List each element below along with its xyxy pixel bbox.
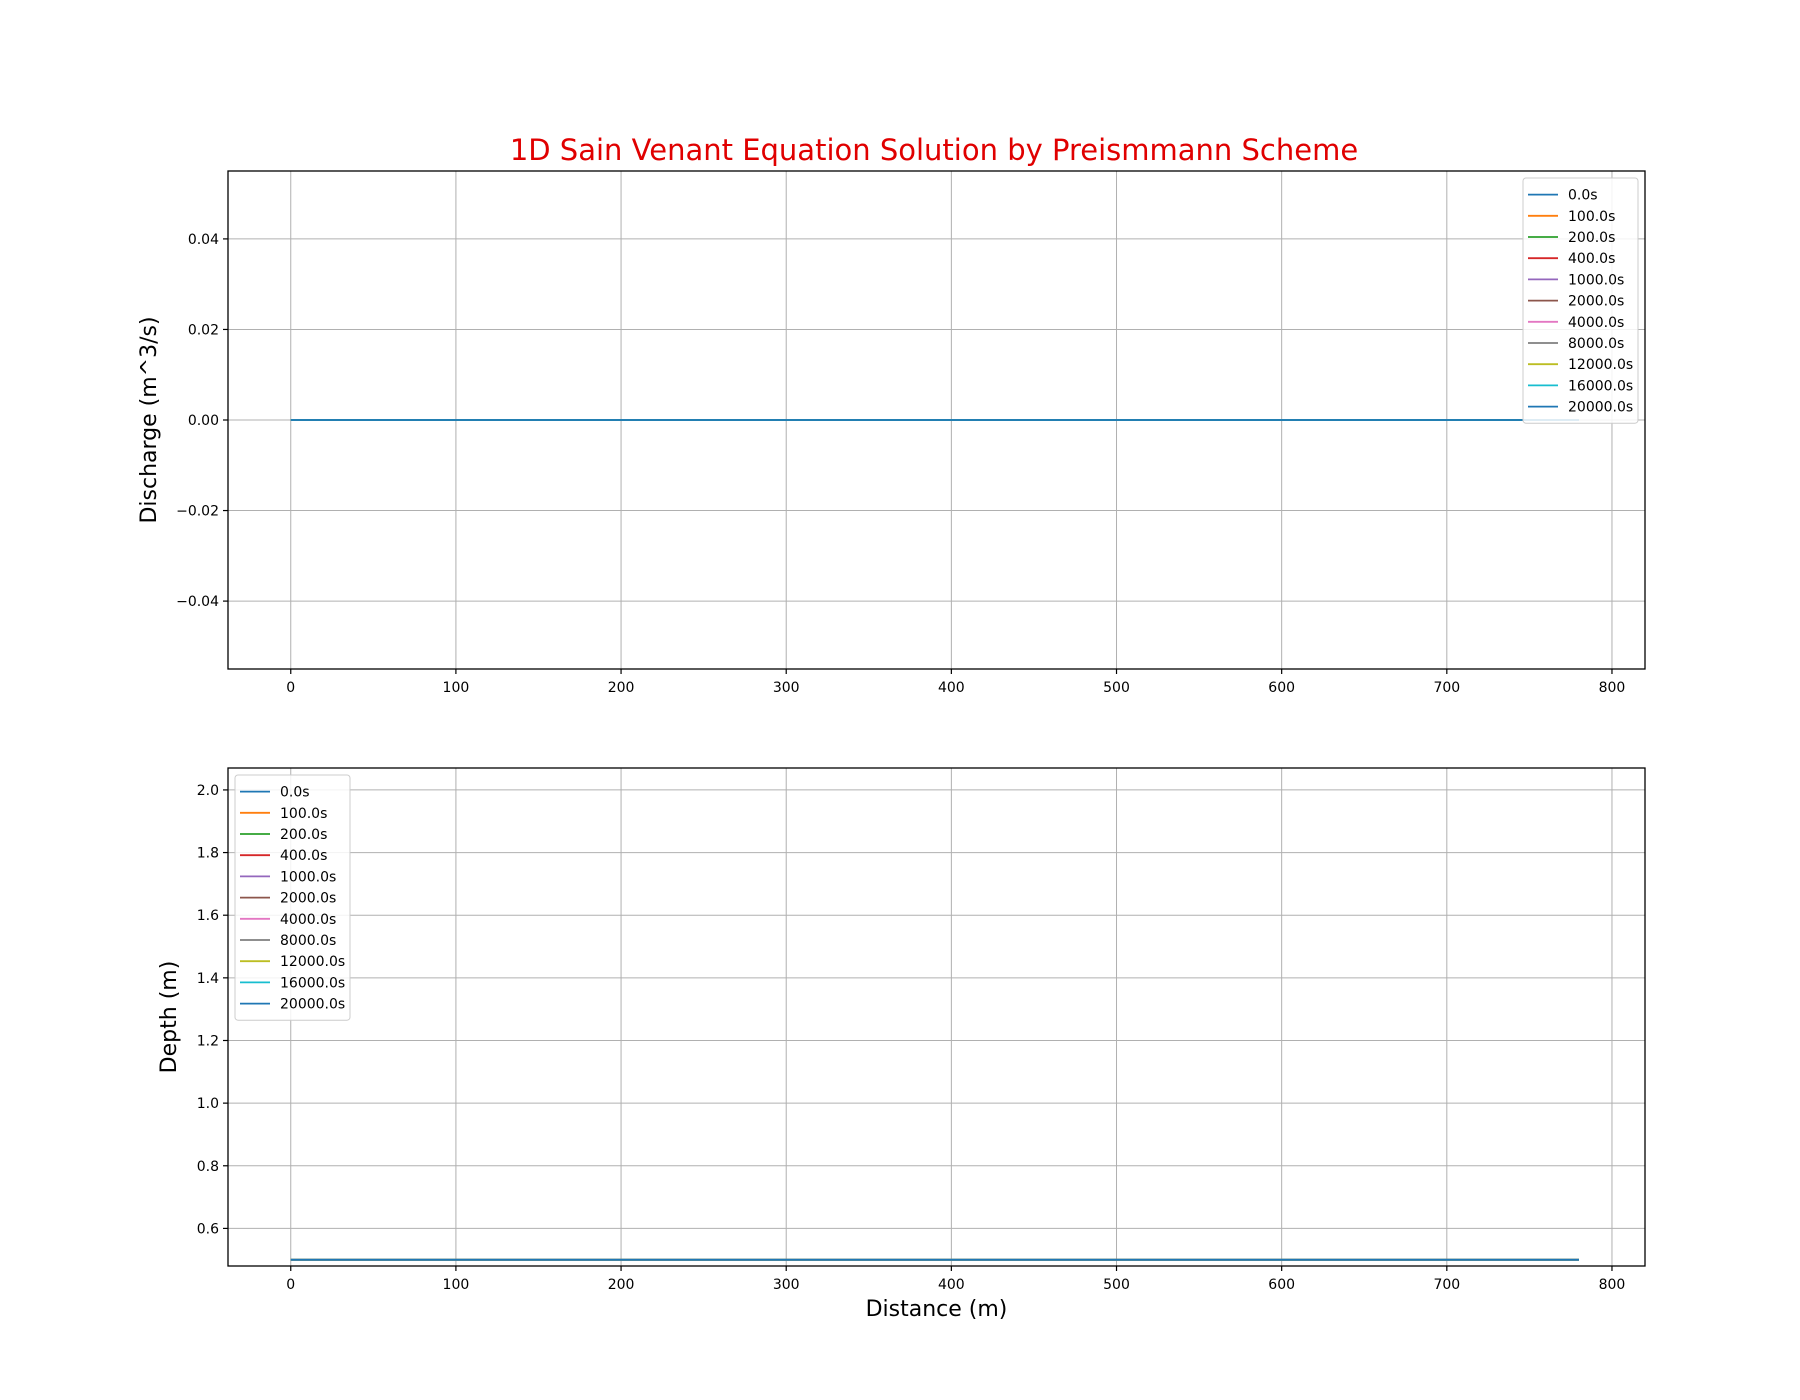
- y-tick-label: 1.4: [197, 971, 219, 987]
- y-axis-label: Discharge (m^3/s): [137, 316, 162, 523]
- y-tick-label: 0.02: [188, 322, 219, 338]
- x-tick-label: 600: [1268, 1277, 1295, 1293]
- y-tick-label: −0.04: [176, 594, 219, 610]
- legend-label: 0.0s: [1568, 188, 1598, 204]
- x-tick-label: 0: [286, 1277, 295, 1293]
- depth-panel: 0 100 200 300 400 500 600 700 800 2.0 1.8 1.6 1.4 1.2…: [157, 767, 1646, 1322]
- y-tick-label: 1.6: [197, 908, 219, 924]
- y-tick-label: 0.00: [188, 413, 219, 429]
- x-tick-label: 400: [938, 1277, 965, 1293]
- legend-label: 4000.0s: [280, 912, 336, 928]
- y-tick-label: 0.04: [188, 232, 219, 248]
- legend-label: 20000.0s: [280, 997, 345, 1013]
- legend-label: 1000.0s: [1568, 272, 1624, 288]
- legend: 0.0s 100.0s 200.0s 400.0s 1000.0s 2000.0s 4000…: [1522, 177, 1639, 424]
- plot-frame: [227, 767, 1646, 1267]
- legend-label: 12000.0s: [1568, 357, 1633, 373]
- legend-label: 4000.0s: [1568, 315, 1624, 331]
- legend-label: 20000.0s: [1568, 400, 1633, 416]
- x-tick-label: 800: [1599, 1277, 1626, 1293]
- discharge-panel: 0 100 200 300 400 500 600 700 800 0.04 0.02 0.00 −0.…: [137, 170, 1646, 696]
- x-tick-label: 200: [608, 680, 635, 696]
- legend-label: 2000.0s: [1568, 294, 1624, 310]
- legend-label: 8000.0s: [280, 933, 336, 949]
- legend-label: 1000.0s: [280, 869, 336, 885]
- legend-label: 0.0s: [280, 785, 310, 801]
- y-tick-label: −0.02: [176, 504, 219, 520]
- x-tick-label: 700: [1433, 1277, 1460, 1293]
- legend-label: 100.0s: [280, 806, 327, 822]
- figure: 1D Sain Venant Equation Solution by Prei…: [137, 133, 1646, 1322]
- x-tick-label: 200: [608, 1277, 635, 1293]
- y-axis-label: Depth (m): [157, 961, 182, 1074]
- legend-label: 2000.0s: [280, 891, 336, 907]
- legend-label: 16000.0s: [1568, 378, 1633, 394]
- y-tick-label: 1.0: [197, 1096, 219, 1112]
- legend-label: 200.0s: [280, 827, 327, 843]
- y-tick-label: 0.8: [197, 1159, 219, 1175]
- x-tick-label: 100: [443, 680, 470, 696]
- legend-label: 16000.0s: [280, 975, 345, 991]
- x-tick-label: 0: [286, 680, 295, 696]
- x-tick-label: 500: [1103, 1277, 1130, 1293]
- x-tick-label: 800: [1599, 680, 1626, 696]
- x-tick-label: 300: [773, 680, 800, 696]
- x-tick-label: 500: [1103, 680, 1130, 696]
- legend-label: 200.0s: [1568, 230, 1615, 246]
- x-tick-label: 300: [773, 1277, 800, 1293]
- x-tick-label: 100: [443, 1277, 470, 1293]
- legend-label: 8000.0s: [1568, 336, 1624, 352]
- legend-label: 400.0s: [280, 848, 327, 864]
- x-axis-label: Distance (m): [866, 1297, 1008, 1322]
- legend-label: 12000.0s: [280, 954, 345, 970]
- legend-label: 400.0s: [1568, 251, 1615, 267]
- figure-title: 1D Sain Venant Equation Solution by Prei…: [510, 133, 1358, 167]
- x-tick-label: 400: [938, 680, 965, 696]
- y-tick-label: 1.8: [197, 846, 219, 862]
- x-tick-label: 700: [1433, 680, 1460, 696]
- y-tick-label: 2.0: [197, 783, 219, 799]
- y-tick-label: 0.6: [197, 1221, 219, 1237]
- y-tick-label: 1.2: [197, 1033, 219, 1049]
- x-tick-label: 600: [1268, 680, 1295, 696]
- legend-label: 100.0s: [1568, 209, 1615, 225]
- legend: 0.0s 100.0s 200.0s 400.0s 1000.0s 2000.0s 4000…: [234, 774, 351, 1021]
